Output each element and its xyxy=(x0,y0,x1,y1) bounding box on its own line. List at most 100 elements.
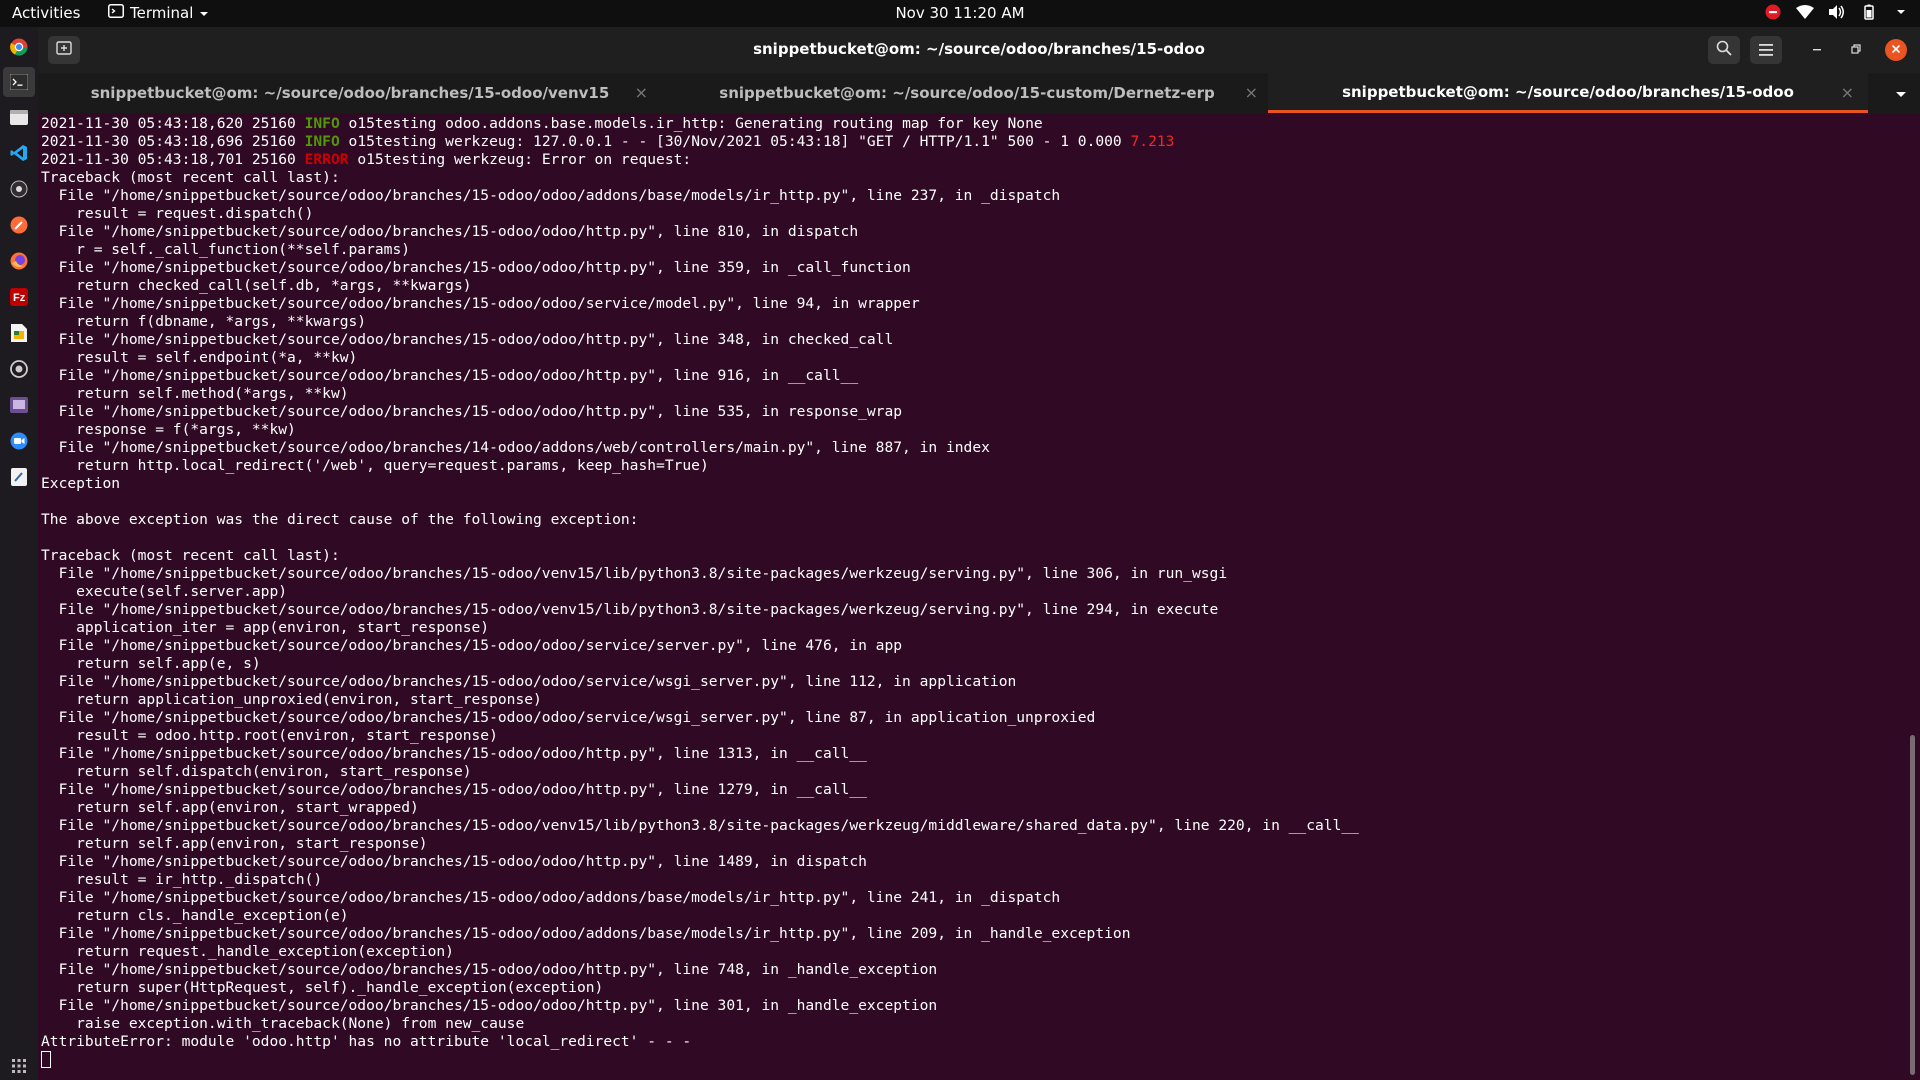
terminal-text: File "/home/snippetbucket/source/odoo/br… xyxy=(41,187,1061,204)
log-level: ERROR xyxy=(304,151,349,168)
terminal-line: response = f(*args, **kw) xyxy=(41,421,1901,439)
terminal-text: File "/home/snippetbucket/source/odoo/br… xyxy=(41,331,894,348)
menu-button[interactable] xyxy=(1750,36,1782,64)
terminal-line: return self.method(*args, **kw) xyxy=(41,385,1901,403)
terminal-output[interactable]: 2021-11-30 05:43:18,620 25160 INFO o15te… xyxy=(41,115,1901,1080)
volume-icon[interactable] xyxy=(1828,3,1846,21)
wifi-icon[interactable] xyxy=(1796,3,1814,21)
obs-icon[interactable] xyxy=(9,179,29,199)
terminal-text: File "/home/snippetbucket/source/odoo/br… xyxy=(41,745,867,762)
terminal-text: result = ir_http._dispatch() xyxy=(41,871,323,888)
terminal-line: return super(HttpRequest, self)._handle_… xyxy=(41,979,1901,997)
text-editor-icon[interactable] xyxy=(9,467,29,487)
terminal-text: result = request.dispatch() xyxy=(41,205,314,222)
tab-label: snippetbucket@om: ~/source/odoo/15-custo… xyxy=(719,84,1215,102)
search-button[interactable] xyxy=(1708,36,1740,64)
minimize-button[interactable] xyxy=(1806,39,1828,61)
terminal-line: 2021-11-30 05:43:18,620 25160 INFO o15te… xyxy=(41,115,1901,133)
zoom-icon[interactable] xyxy=(9,431,29,451)
app-menu[interactable]: Terminal xyxy=(108,4,209,22)
close-window-button[interactable] xyxy=(1885,39,1907,61)
terminal-line: File "/home/snippetbucket/source/odoo/br… xyxy=(41,961,1901,979)
terminal-line: File "/home/snippetbucket/source/odoo/br… xyxy=(41,601,1901,619)
close-icon xyxy=(1891,42,1901,58)
terminal-text: return f(dbname, *args, **kwargs) xyxy=(41,313,367,330)
terminal-line: File "/home/snippetbucket/source/odoo/br… xyxy=(41,853,1901,871)
terminal-line: File "/home/snippetbucket/source/odoo/br… xyxy=(41,187,1901,205)
terminal-text: File "/home/snippetbucket/source/odoo/br… xyxy=(41,565,1228,582)
terminal-line: File "/home/snippetbucket/source/odoo/br… xyxy=(41,367,1901,385)
show-applications-icon[interactable] xyxy=(12,1058,26,1073)
system-menu-chevron-icon[interactable] xyxy=(1892,3,1910,21)
prompt-line[interactable] xyxy=(41,1051,1901,1069)
terminal-line: File "/home/snippetbucket/source/odoo/br… xyxy=(41,925,1901,943)
activities-button[interactable]: Activities xyxy=(12,4,80,22)
terminal-text: File "/home/snippetbucket/source/odoo/br… xyxy=(41,601,1219,618)
terminal-line: raise exception.with_traceback(None) fro… xyxy=(41,1015,1901,1033)
log-level: 7.213 xyxy=(1130,133,1175,150)
tab-list-chevron-icon[interactable] xyxy=(1894,85,1910,101)
log-level: INFO xyxy=(304,133,340,150)
restore-button[interactable] xyxy=(1845,39,1867,61)
terminal-icon[interactable] xyxy=(3,67,35,97)
terminal-text: Exception xyxy=(41,475,121,492)
terminal-text: return self.method(*args, **kw) xyxy=(41,385,349,402)
restore-icon xyxy=(1851,42,1861,58)
terminal-line: File "/home/snippetbucket/source/odoo/br… xyxy=(41,223,1901,241)
terminal-text: return super(HttpRequest, self)._handle_… xyxy=(41,979,604,996)
do-not-disturb-icon[interactable] xyxy=(1764,3,1782,21)
terminal-line: File "/home/snippetbucket/source/odoo/br… xyxy=(41,565,1901,583)
terminal-text: return checked_call(self.db, *args, **kw… xyxy=(41,277,472,294)
terminal-line: return checked_call(self.db, *args, **kw… xyxy=(41,277,1901,295)
vscode-icon[interactable] xyxy=(9,143,29,163)
tab-dernetz-erp[interactable]: snippetbucket@om: ~/source/odoo/15-custo… xyxy=(662,73,1272,113)
system-tray[interactable] xyxy=(1764,3,1910,21)
terminal-text: 2021-11-30 05:43:18,696 25160 xyxy=(41,133,305,150)
close-tab-icon[interactable]: × xyxy=(1841,83,1854,102)
vpn-icon[interactable] xyxy=(9,359,29,379)
terminal-line: r = self._call_function(**self.params) xyxy=(41,241,1901,259)
window-title: snippetbucket@om: ~/source/odoo/branches… xyxy=(753,40,1205,58)
libreoffice-icon[interactable] xyxy=(9,323,29,343)
firefox-icon[interactable] xyxy=(9,251,29,271)
terminal-text: File "/home/snippetbucket/source/odoo/br… xyxy=(41,853,867,870)
terminal-line: File "/home/snippetbucket/source/odoo/br… xyxy=(41,259,1901,277)
terminal-line: File "/home/snippetbucket/source/odoo/br… xyxy=(41,997,1901,1015)
top-bar: Activities Terminal Nov 30 11:20 AM xyxy=(0,0,1920,27)
terminal-line: return f(dbname, *args, **kwargs) xyxy=(41,313,1901,331)
terminal-text: File "/home/snippetbucket/source/odoo/br… xyxy=(41,997,938,1014)
close-tab-icon[interactable]: × xyxy=(635,83,648,102)
chrome-icon[interactable] xyxy=(9,37,29,57)
terminal-text: return request._handle_exception(excepti… xyxy=(41,943,454,960)
terminal-line: File "/home/snippetbucket/source/odoo/br… xyxy=(41,781,1901,799)
tab-label: snippetbucket@om: ~/source/odoo/branches… xyxy=(1342,82,1794,101)
clock[interactable]: Nov 30 11:20 AM xyxy=(895,4,1024,22)
terminal-text: o15testing odoo.addons.base.models.ir_ht… xyxy=(339,115,1043,132)
terminal-cursor xyxy=(41,1051,51,1068)
terminal-line: File "/home/snippetbucket/source/odoo/br… xyxy=(41,709,1901,727)
app-menu-label: Terminal xyxy=(130,4,194,22)
terminal-text: result = odoo.http.root(environ, start_r… xyxy=(41,727,498,744)
terminal-text: response = f(*args, **kw) xyxy=(41,421,296,438)
terminal-line: return self.dispatch(environ, start_resp… xyxy=(41,763,1901,781)
tab-15-odoo[interactable]: snippetbucket@om: ~/source/odoo/branches… xyxy=(1268,73,1868,113)
terminal-scrollbar[interactable] xyxy=(1910,735,1915,1075)
postman-icon[interactable] xyxy=(9,215,29,235)
terminal-line: File "/home/snippetbucket/source/odoo/br… xyxy=(41,637,1901,655)
tab-venv15[interactable]: snippetbucket@om: ~/source/odoo/branches… xyxy=(38,73,662,113)
files-icon[interactable] xyxy=(9,107,29,127)
filezilla-icon[interactable]: Fz xyxy=(9,287,29,307)
terminal-text: File "/home/snippetbucket/source/odoo/br… xyxy=(41,295,920,312)
battery-icon[interactable] xyxy=(1860,3,1878,21)
terminal-line: result = odoo.http.root(environ, start_r… xyxy=(41,727,1901,745)
terminal-line: File "/home/snippetbucket/source/odoo/br… xyxy=(41,439,1901,457)
close-tab-icon[interactable]: × xyxy=(1245,83,1258,102)
terminal-line: return application_unproxied(environ, st… xyxy=(41,691,1901,709)
terminal-line: The above exception was the direct cause… xyxy=(41,511,1901,529)
screenshot-icon[interactable] xyxy=(9,395,29,415)
minimize-icon xyxy=(1812,42,1822,58)
terminal-text: The above exception was the direct cause… xyxy=(41,511,639,528)
terminal-text: Traceback (most recent call last): xyxy=(41,169,340,186)
